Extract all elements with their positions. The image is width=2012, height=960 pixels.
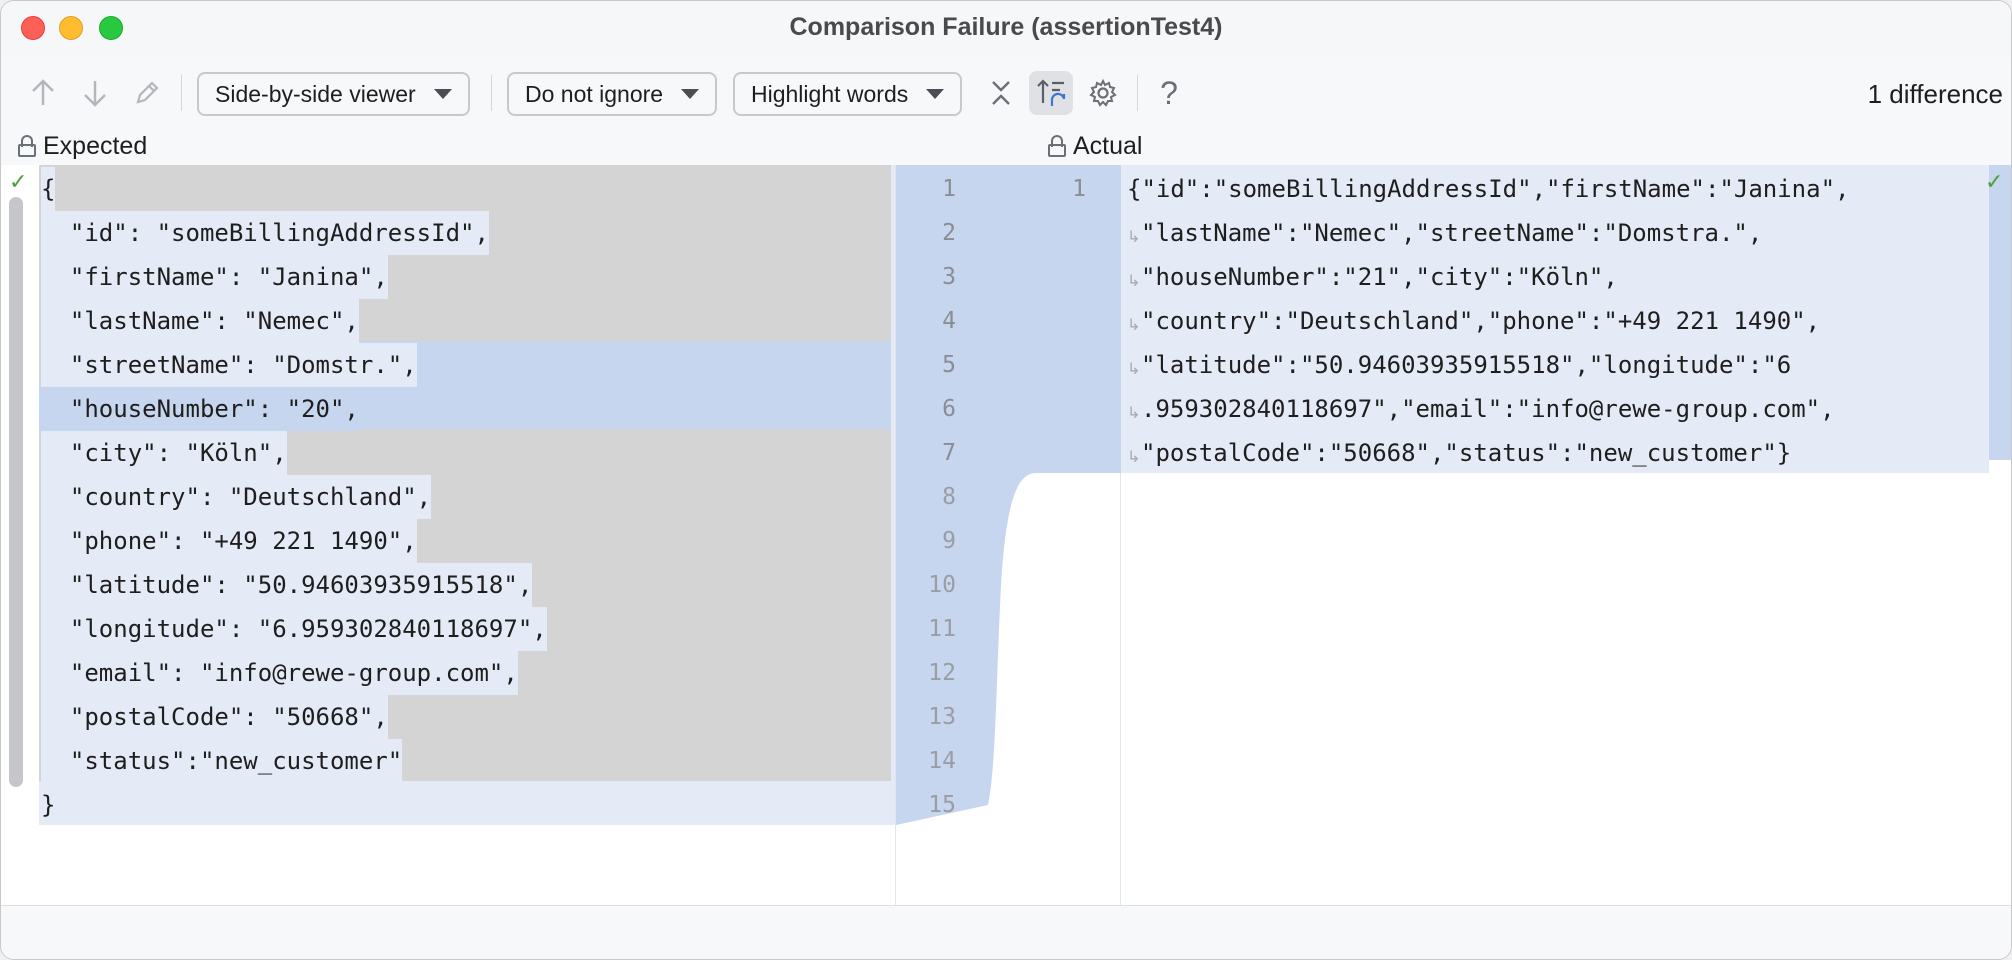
chevron-down-icon — [926, 89, 945, 99]
arrow-down-icon[interactable] — [75, 73, 115, 113]
difference-count: 1 difference — [1867, 79, 2003, 109]
code-line: "id": "someBillingAddressId", — [41, 211, 489, 255]
line-number: 8 — [942, 484, 956, 510]
soft-wrap-icon: ↳ — [1127, 449, 1141, 466]
line-number: 6 — [942, 396, 956, 422]
code-line: "lastName": "Nemec", — [41, 299, 359, 343]
scrollbar[interactable] — [9, 197, 23, 787]
viewer-mode-label: Side-by-side viewer — [215, 80, 416, 107]
actual-label: Actual — [1073, 131, 1143, 160]
code-line: { — [41, 167, 56, 211]
soft-wrap-icon: ↳ — [1127, 229, 1141, 246]
code-line: .959302840118697","email":"info@rewe-gro… — [1141, 395, 1835, 423]
soft-wrap-icon: ↳ — [1127, 317, 1141, 334]
soft-wrap-icon: ↳ — [1127, 361, 1141, 378]
ignore-mode-label: Do not ignore — [525, 80, 664, 107]
highlight-mode-label: Highlight words — [751, 80, 909, 107]
code-line: "country": "Deutschland", — [41, 475, 432, 519]
changed-marker-strip — [1989, 165, 2011, 460]
line-number: 3 — [942, 264, 956, 290]
sync-scroll-icon[interactable] — [1029, 71, 1073, 115]
code-line: "streetName": "Domstr.", — [41, 343, 417, 387]
toolbar: Side-by-side viewer Do not ignore Highli… — [1, 61, 2011, 125]
code-line: "latitude": "50.94603935915518", — [41, 563, 533, 607]
arrow-up-icon[interactable] — [23, 73, 63, 113]
pencil-icon[interactable] — [127, 73, 167, 113]
check-icon: ✓ — [1985, 169, 2004, 194]
collapse-icon[interactable] — [981, 73, 1021, 113]
code-line: "longitude": "6.959302840118697", — [41, 607, 547, 651]
line-number: 11 — [928, 616, 956, 642]
status-bar — [1, 905, 2011, 959]
chevron-down-icon — [681, 89, 700, 99]
soft-wrap-icon: ↳ — [1127, 405, 1141, 422]
chevron-down-icon — [433, 89, 452, 99]
line-number: 12 — [928, 660, 956, 686]
line-number: 14 — [928, 748, 956, 774]
expected-editor[interactable]: ✓ { "id": "someBillingAddressId", "first… — [1, 165, 895, 905]
title-bar: Comparison Failure (assertionTest4) — [1, 1, 2011, 57]
code-line: "firstName": "Janina", — [41, 255, 388, 299]
line-number: 1 — [1072, 176, 1086, 202]
line-number: 13 — [928, 704, 956, 730]
code-line: "country":"Deutschland","phone":"+49 221… — [1141, 307, 1821, 335]
lock-icon — [1047, 135, 1067, 157]
line-number: 5 — [942, 352, 956, 378]
comparison-window: Comparison Failure (assertionTest4) Side… — [0, 0, 2012, 960]
code-line: "status":"new_customer" — [41, 739, 403, 783]
toolbar-separator — [181, 75, 182, 111]
line-number: 7 — [942, 440, 956, 466]
code-line: "phone": "+49 221 1490", — [41, 519, 417, 563]
toolbar-separator — [1137, 75, 1138, 111]
toolbar-separator — [491, 75, 492, 111]
code-line: "houseNumber": "20", — [41, 387, 359, 431]
line-number: 15 — [928, 792, 956, 818]
line-number: 4 — [942, 308, 956, 334]
code-line: "houseNumber":"21","city":"Köln", — [1141, 263, 1618, 291]
expected-header: Expected — [17, 129, 147, 163]
viewer-mode-dropdown[interactable]: Side-by-side viewer — [197, 72, 470, 116]
line-number: 1 — [942, 176, 956, 202]
check-icon: ✓ — [9, 169, 28, 194]
code-line: "city": "Köln", — [41, 431, 287, 475]
code-line: {"id":"someBillingAddressId","firstName"… — [1127, 175, 1850, 203]
expected-label: Expected — [43, 131, 148, 160]
soft-wrap-icon: ↳ — [1127, 273, 1141, 290]
code-line: "postalCode":"50668","status":"new_custo… — [1141, 439, 1792, 467]
actual-header: Actual — [1047, 129, 1142, 163]
line-number: 10 — [928, 572, 956, 598]
actual-editor[interactable]: ✓ {"id":"someBillingAddressId","firstNam… — [1121, 165, 2011, 905]
window-title: Comparison Failure (assertionTest4) — [789, 13, 1223, 41]
code-line: "latitude":"50.94603935915518","longitud… — [1141, 351, 1792, 379]
help-button[interactable]: ? — [1149, 73, 1189, 113]
lock-icon — [17, 135, 37, 157]
highlight-mode-dropdown[interactable]: Highlight words — [733, 72, 963, 116]
code-line: "postalCode": "50668", — [41, 695, 388, 739]
ignore-mode-dropdown[interactable]: Do not ignore — [507, 72, 718, 116]
code-line: "email": "info@rewe-group.com", — [41, 651, 518, 695]
line-number: 2 — [942, 220, 956, 246]
code-line: } — [41, 791, 56, 819]
code-line: "lastName":"Nemec","streetName":"Domstra… — [1141, 219, 1763, 247]
diff-gutter: 1 2 3 4 5 6 7 8 9 10 11 12 13 14 15 1 — [895, 165, 1122, 905]
line-number: 9 — [942, 528, 956, 554]
gear-icon[interactable] — [1083, 73, 1123, 113]
